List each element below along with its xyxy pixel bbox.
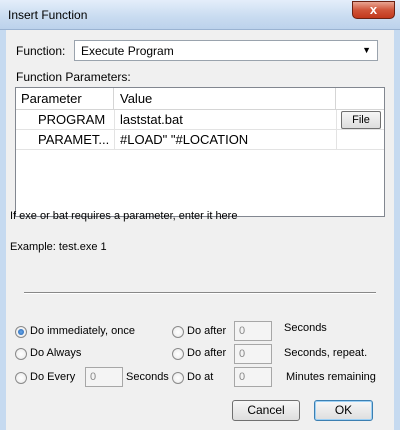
at-minutes-input[interactable]: 0 (234, 367, 272, 387)
radio-do-immediately-label[interactable]: Do immediately, once (30, 325, 135, 337)
example-text: Example: test.exe 1 (10, 241, 107, 253)
function-select-value: Execute Program (81, 44, 174, 58)
window-frame-right (394, 30, 400, 430)
after-repeat-input[interactable]: 0 (234, 344, 272, 364)
radio-do-always-label[interactable]: Do Always (30, 347, 81, 359)
radio-do-every-label[interactable]: Do Every (30, 371, 75, 383)
radio-do-after[interactable] (172, 326, 184, 338)
radio-do-always[interactable] (15, 348, 27, 360)
title-bar: Insert Function x (0, 0, 400, 30)
column-header-parameter: Parameter (16, 88, 114, 110)
close-button[interactable]: x (352, 1, 395, 19)
every-seconds-input[interactable]: 0 (85, 367, 123, 387)
file-button[interactable]: File (341, 111, 381, 129)
param-name: PROGRAM (38, 112, 106, 127)
radio-do-after-repeat-label[interactable]: Do after (187, 347, 226, 359)
parameters-grid: Parameter Value PROGRAM laststat.bat Fil… (15, 87, 385, 217)
function-label: Function: (16, 44, 66, 58)
at-minutes-unit: Minutes remaining (286, 371, 376, 383)
radio-do-after-repeat[interactable] (172, 348, 184, 360)
grid-header: Parameter Value (16, 88, 384, 110)
param-value[interactable]: laststat.bat (120, 110, 332, 130)
function-select[interactable]: Execute Program ▼ (74, 40, 378, 61)
column-header-value: Value (114, 88, 336, 110)
grid-divider (114, 110, 115, 150)
cancel-button[interactable]: Cancel (232, 400, 300, 421)
radio-do-after-label[interactable]: Do after (187, 325, 226, 337)
radio-do-immediately[interactable] (15, 326, 27, 338)
separator (24, 292, 376, 294)
parameters-label: Function Parameters: (16, 70, 131, 84)
dialog-body: Function: Execute Program ▼ Function Par… (6, 30, 394, 430)
radio-do-at-label[interactable]: Do at (187, 371, 213, 383)
hint-text: If exe or bat requires a parameter, ente… (10, 210, 238, 222)
radio-do-at[interactable] (172, 372, 184, 384)
after-repeat-unit: Seconds, repeat. (284, 347, 368, 359)
after-seconds-input[interactable]: 0 (234, 321, 272, 341)
every-unit-label: Seconds (126, 371, 169, 383)
table-row[interactable]: PROGRAM laststat.bat File (16, 110, 384, 130)
param-name: PARAMET... (38, 132, 110, 147)
grid-divider (336, 110, 337, 150)
close-icon: x (369, 2, 378, 17)
radio-do-every[interactable] (15, 372, 27, 384)
param-value[interactable]: #LOAD" "#LOCATION (120, 130, 332, 150)
ok-button[interactable]: OK (314, 400, 373, 421)
after-seconds-unit: Seconds (284, 322, 327, 334)
window-title: Insert Function (8, 8, 88, 22)
chevron-down-icon: ▼ (362, 45, 371, 55)
table-row[interactable]: PARAMET... #LOAD" "#LOCATION (16, 130, 384, 150)
